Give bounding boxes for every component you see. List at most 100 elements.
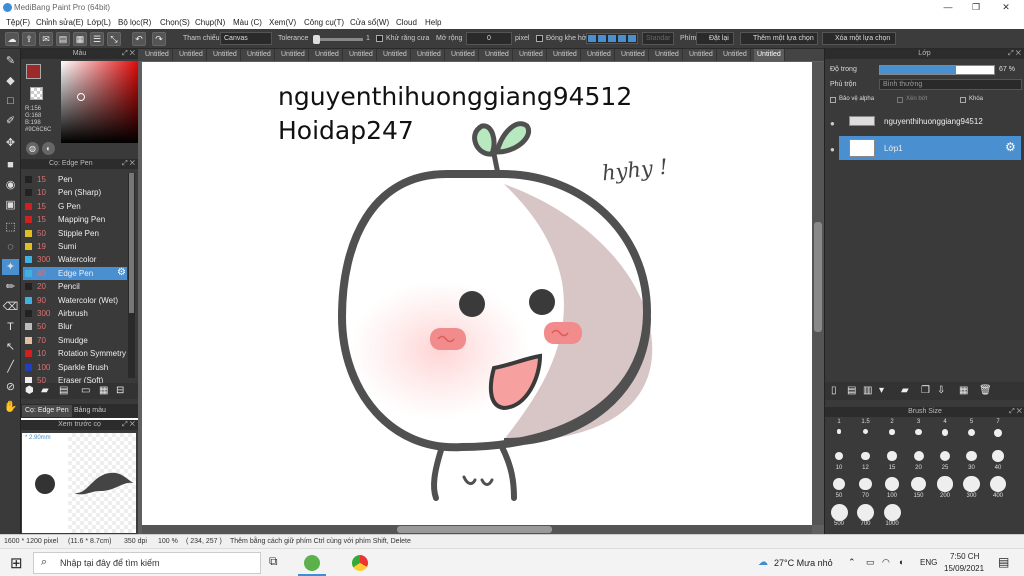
duplicate-layer-icon[interactable]: ❐ <box>921 385 930 396</box>
palette-icon[interactable]: ◐ <box>42 142 55 155</box>
tab-palette[interactable]: Bảng màu <box>71 405 109 417</box>
layer-settings-gear-icon[interactable]: ⚙ <box>1005 140 1016 154</box>
panel-close-icon[interactable]: ⤢ ✕ <box>1009 407 1022 417</box>
task-view-icon[interactable]: ⧉ <box>269 554 287 572</box>
panel-close-icon[interactable]: ⤢ ✕ <box>122 49 135 59</box>
grid-icon[interactable]: ▦ <box>73 32 87 46</box>
menu-view[interactable]: Xem(V) <box>269 18 296 27</box>
layer-row[interactable]: nguyenthihuonggiang94512 <box>839 109 1021 133</box>
brush-size-option[interactable]: 1 <box>827 419 851 434</box>
chrome-icon[interactable] <box>352 555 368 571</box>
dot-tool-icon[interactable]: □ <box>2 93 19 109</box>
brush-size-option[interactable]: 10 <box>827 447 851 471</box>
brush-item[interactable]: 50 Stipple Pen <box>23 227 127 240</box>
menu-snap[interactable]: Chụp(N) <box>195 18 225 27</box>
delete-layer-icon[interactable]: 🗑 <box>979 385 992 396</box>
brush-size-option[interactable]: 4 <box>933 419 957 436</box>
menu-edit[interactable]: Chỉnh sửa(E) <box>36 18 84 27</box>
panel-close-icon[interactable]: ⤢ ✕ <box>1008 49 1021 59</box>
brush-size-option[interactable]: 300 <box>960 475 984 499</box>
canvas-vscroll-thumb[interactable] <box>814 222 822 332</box>
brush-size-option[interactable]: 1.5 <box>854 419 878 435</box>
move-tool-icon[interactable]: ✥ <box>2 135 19 151</box>
document-tab[interactable]: Untitled <box>516 49 547 61</box>
brush-size-option[interactable]: 200 <box>933 475 957 499</box>
folder-icon[interactable]: ▰ <box>901 385 909 396</box>
comment-icon[interactable]: ✉ <box>39 32 53 46</box>
deselect-button[interactable]: Đặt lại <box>696 32 734 45</box>
brush-item[interactable]: 15 Mapping Pen <box>23 213 127 226</box>
brush-item[interactable]: 50 Blur <box>23 320 127 333</box>
panel-close-icon[interactable]: ⤢ ✕ <box>122 159 135 169</box>
brush-item[interactable]: 10 Rotation Symmetry <box>23 347 127 360</box>
divide-tool-icon[interactable]: ╱ <box>2 359 19 375</box>
transform-icon[interactable]: ⤡ <box>107 32 121 46</box>
layers-icon[interactable]: ▤ <box>56 32 70 46</box>
brush-size-option[interactable]: 400 <box>986 475 1010 499</box>
brush-size-option[interactable]: 20 <box>907 447 931 471</box>
menu-file[interactable]: Tệp(F) <box>6 18 30 27</box>
brush-size-option[interactable]: 3 <box>907 419 931 436</box>
new-layer-icon[interactable]: ▯ <box>831 385 837 396</box>
taskbar-search-box[interactable]: ⌕ Nhập tại đây để tìm kiếm <box>33 552 261 574</box>
document-tab[interactable]: Untitled <box>652 49 683 61</box>
add-selection-button[interactable]: Thêm một lựa chọn <box>740 32 818 45</box>
brush-item[interactable]: 300 Watercolor <box>23 253 127 266</box>
brush-size-option[interactable]: 15 <box>880 447 904 471</box>
eraser-tool-icon[interactable]: ◆ <box>2 73 19 89</box>
text-tool-icon[interactable]: T <box>2 319 19 335</box>
operation-tool-icon[interactable]: ↖ <box>2 339 19 355</box>
undo-icon[interactable]: ↶ <box>132 32 146 46</box>
redo-icon[interactable]: ↷ <box>152 32 166 46</box>
brush-settings-icon[interactable]: ▤ <box>59 385 68 396</box>
document-tab-active[interactable]: Untitled <box>754 49 785 61</box>
reference-select[interactable]: Canvas <box>220 32 272 45</box>
brush-size-option[interactable]: 30 <box>960 447 984 471</box>
main-color-swatch[interactable] <box>26 64 41 79</box>
canvas-vertical-scrollbar[interactable] <box>812 62 824 525</box>
brush-size-option[interactable]: 7 <box>986 419 1010 437</box>
tab-brush[interactable]: Cọ: Edge Pen <box>22 405 72 417</box>
brush-size-option[interactable]: 25 <box>933 447 957 471</box>
brush-scrollbar-thumb[interactable] <box>129 173 134 313</box>
color-wheel-icon[interactable]: ◍ <box>26 142 39 155</box>
expand-input[interactable]: 0 <box>466 32 512 45</box>
select-tool-icon[interactable]: ⬚ <box>2 219 19 235</box>
brush-size-option[interactable]: 1000 <box>880 503 904 527</box>
brush-cloud-icon[interactable]: ⊟ <box>116 385 124 396</box>
close-gap-level[interactable] <box>586 33 638 44</box>
saturation-value-picker[interactable] <box>61 61 141 143</box>
document-tab[interactable]: Untitled <box>142 49 173 61</box>
wifi-icon[interactable]: ◠ <box>882 557 890 568</box>
weather-text[interactable]: 27°C Mưa nhỏ <box>774 558 833 568</box>
brush-size-option[interactable]: 40 <box>986 447 1010 471</box>
brush-item[interactable]: 15 Pen <box>23 173 127 186</box>
blend-select[interactable]: Bình thường <box>879 79 1022 90</box>
language-indicator[interactable]: ENG <box>920 558 937 567</box>
close-button[interactable]: ✕ <box>996 2 1016 13</box>
fill-select[interactable]: Standar <box>642 32 674 45</box>
brush-item[interactable]: 20 Pencil <box>23 280 127 293</box>
clipping-checkbox[interactable] <box>897 97 903 103</box>
document-tab[interactable]: Untitled <box>448 49 479 61</box>
document-tab[interactable]: Untitled <box>312 49 343 61</box>
brush-item[interactable]: 90 Watercolor (Wet) <box>23 294 127 307</box>
brush-item[interactable]: 15 G Pen <box>23 200 127 213</box>
brush-size-option[interactable]: 100 <box>880 475 904 499</box>
brush-size-option[interactable]: 700 <box>854 503 878 527</box>
document-tab[interactable]: Untitled <box>720 49 751 61</box>
brush-size-option[interactable]: 70 <box>854 475 878 499</box>
document-tab[interactable]: Untitled <box>618 49 649 61</box>
brush-item[interactable]: 100 Sparkle Brush <box>23 361 127 374</box>
clock-time[interactable]: 7:50 CH <box>950 552 979 561</box>
new-halftone-layer-icon[interactable]: ▤ <box>847 385 856 396</box>
tolerance-slider-thumb[interactable] <box>313 35 320 44</box>
brush-settings-gear-icon[interactable]: ⚙ <box>117 267 126 278</box>
notification-icon[interactable]: ▤ <box>998 555 1009 569</box>
color-picker-cursor[interactable] <box>77 93 85 101</box>
volume-icon[interactable]: ◖ <box>898 557 903 567</box>
tolerance-slider[interactable] <box>313 35 363 44</box>
brush-copy-icon[interactable]: ▭ <box>81 385 90 396</box>
magic-wand-tool-icon[interactable]: ✦ <box>2 259 19 275</box>
app-icon-coccoc[interactable] <box>304 555 320 571</box>
